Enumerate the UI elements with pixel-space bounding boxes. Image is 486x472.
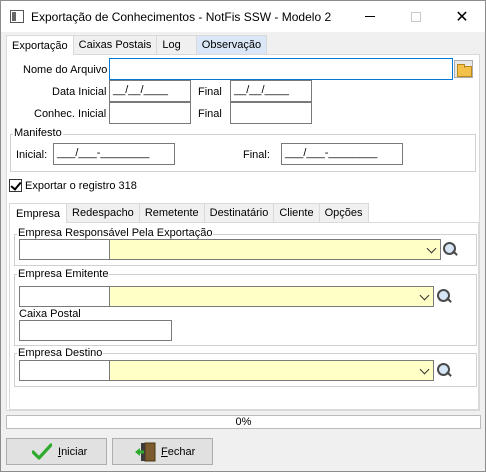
search-icon[interactable] bbox=[437, 289, 453, 305]
maximize-icon bbox=[411, 11, 421, 22]
data-inicial-input[interactable]: __/__/____ bbox=[109, 80, 191, 102]
caixa-postal-label: Caixa Postal bbox=[19, 308, 81, 320]
close-button[interactable]: ✕ bbox=[439, 1, 485, 32]
maximize-button[interactable] bbox=[393, 1, 439, 32]
fechar-button[interactable]: Fechar bbox=[112, 438, 213, 465]
exportar-318-checkbox[interactable] bbox=[9, 179, 22, 192]
window-title: Exportação de Conhecimentos - NotFis SSW… bbox=[31, 10, 332, 24]
nome-arquivo-input[interactable] bbox=[109, 58, 453, 80]
close-icon: ✕ bbox=[455, 8, 469, 26]
nome-arquivo-label: Nome do Arquivo bbox=[23, 64, 108, 76]
tab-destinatario[interactable]: Destinatário bbox=[203, 203, 275, 222]
search-icon[interactable] bbox=[437, 363, 453, 379]
company-tabs: Empresa Redespacho Remetente Destinatári… bbox=[9, 203, 369, 223]
manifesto-title: Manifesto bbox=[13, 127, 63, 139]
conhec-inicial-input[interactable] bbox=[109, 102, 191, 124]
empresa-emitente-select[interactable] bbox=[109, 286, 434, 307]
data-final-input[interactable]: __/__/____ bbox=[230, 80, 312, 102]
exportar-318-label[interactable]: Exportar o registro 318 bbox=[25, 180, 137, 192]
folder-open-icon[interactable] bbox=[454, 60, 473, 78]
chevron-down-icon[interactable] bbox=[419, 365, 431, 377]
tab-cliente[interactable]: Cliente bbox=[273, 203, 320, 222]
main-tabs: Exportação Caixas Postais Log Observação bbox=[6, 35, 268, 55]
conhec-final-input[interactable] bbox=[230, 102, 312, 124]
manifesto-final-label: Final: bbox=[243, 149, 270, 161]
tab-caixas-postais[interactable]: Caixas Postais bbox=[72, 35, 158, 54]
tab-redespacho[interactable]: Redespacho bbox=[66, 203, 140, 222]
iniciar-label: Iniciar bbox=[58, 446, 88, 458]
data-final-label: Final bbox=[198, 86, 222, 98]
minimize-button[interactable] bbox=[347, 1, 393, 32]
progress-bar: 0% bbox=[6, 415, 481, 429]
iniciar-button[interactable]: Iniciar bbox=[6, 438, 107, 465]
empresa-destino-code-input[interactable] bbox=[19, 360, 110, 381]
tab-observacao[interactable]: Observação bbox=[195, 35, 268, 54]
data-inicial-label: Data Inicial bbox=[52, 86, 107, 98]
tab-empresa[interactable]: Empresa bbox=[9, 203, 68, 223]
tab-remetente[interactable]: Remetente bbox=[138, 203, 205, 222]
tab-log[interactable]: Log bbox=[156, 35, 197, 54]
empresa-destino-select[interactable] bbox=[109, 360, 434, 381]
empresa-emitente-code-input[interactable] bbox=[19, 286, 110, 307]
conhec-final-label: Final bbox=[198, 108, 222, 120]
minimize-icon bbox=[365, 16, 375, 17]
empresa-emitente-title: Empresa Emitente bbox=[17, 268, 110, 280]
empresa-responsavel-select[interactable] bbox=[109, 239, 441, 260]
manifesto-inicial-label: Inicial: bbox=[16, 149, 48, 161]
exit-door-icon bbox=[135, 442, 156, 462]
caixa-postal-input[interactable] bbox=[19, 320, 172, 341]
empresa-responsavel-title: Empresa Responsável Pela Exportação bbox=[17, 227, 214, 239]
empresa-responsavel-code-input[interactable] bbox=[19, 239, 110, 260]
empresa-destino-title: Empresa Destino bbox=[17, 347, 104, 359]
search-icon[interactable] bbox=[443, 242, 459, 258]
fechar-label: Fechar bbox=[161, 446, 196, 458]
title-bar: Exportação de Conhecimentos - NotFis SSW… bbox=[1, 1, 485, 32]
chevron-down-icon[interactable] bbox=[419, 291, 431, 303]
app-icon bbox=[10, 10, 24, 23]
chevron-down-icon[interactable] bbox=[426, 244, 438, 256]
conhec-inicial-label: Conhec. Inicial bbox=[34, 108, 107, 120]
manifesto-inicial-input[interactable]: ___/___-________ bbox=[53, 143, 175, 165]
check-icon bbox=[32, 443, 52, 460]
export-window: Exportação de Conhecimentos - NotFis SSW… bbox=[0, 0, 486, 472]
manifesto-final-input[interactable]: ___/___-________ bbox=[281, 143, 403, 165]
tab-exportacao[interactable]: Exportação bbox=[6, 35, 74, 55]
tab-opcoes[interactable]: Opções bbox=[318, 203, 369, 222]
